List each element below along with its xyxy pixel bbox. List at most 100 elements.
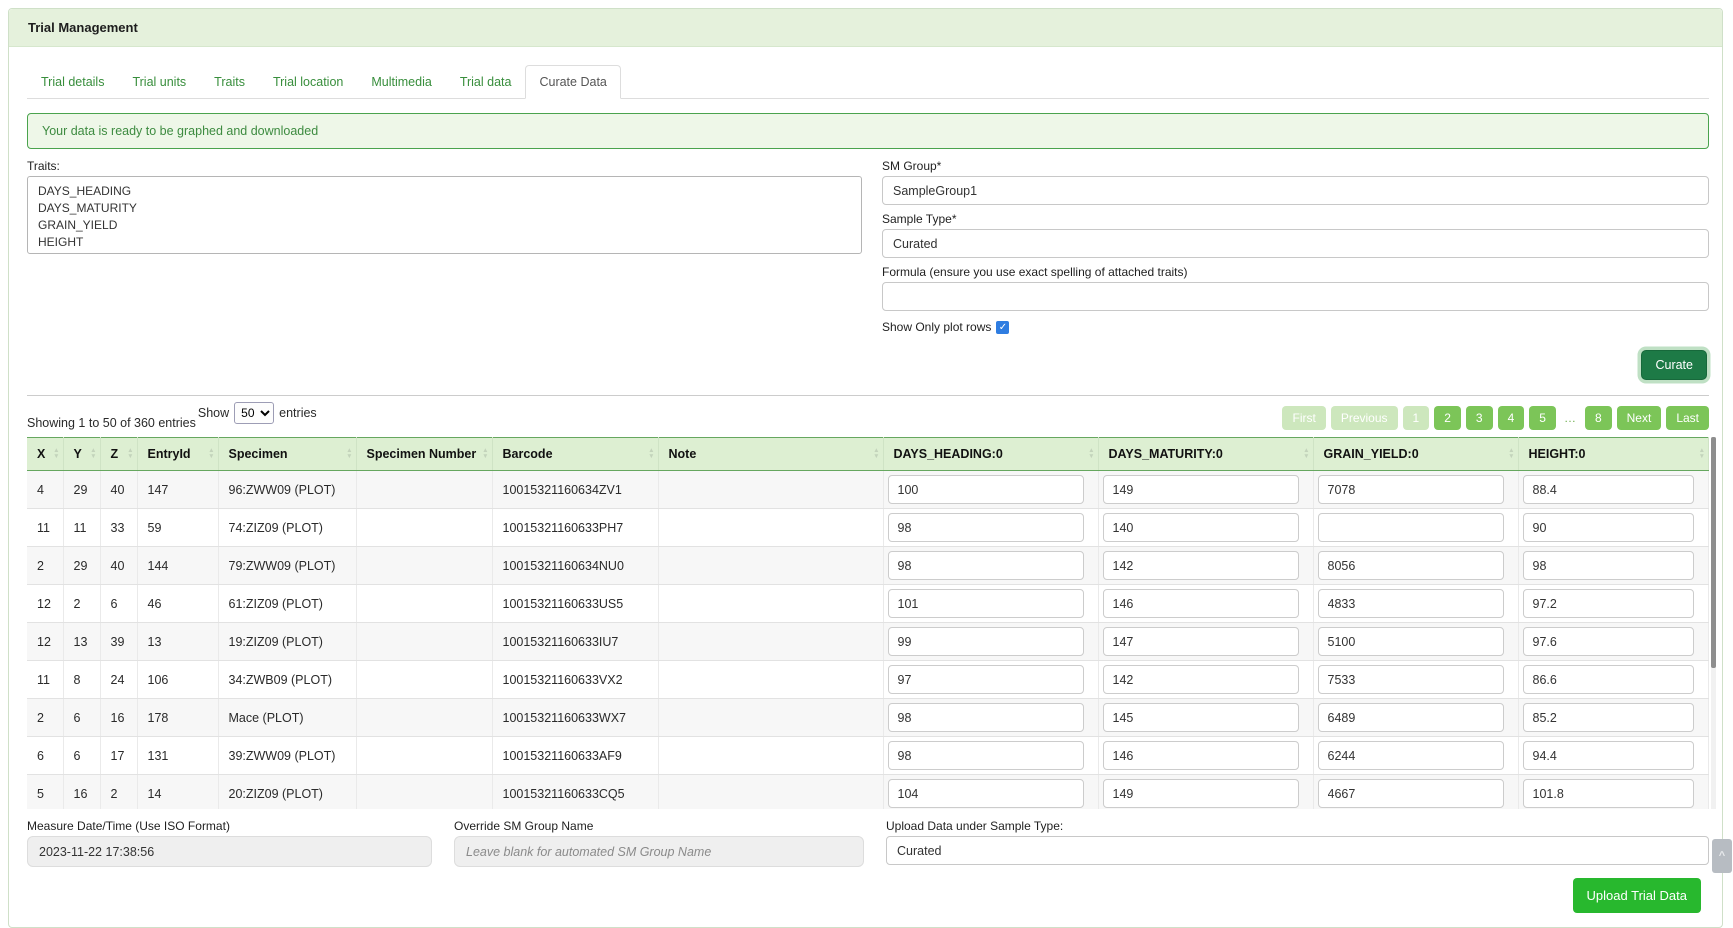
trait-input-days-maturity-0[interactable] <box>1103 475 1299 504</box>
trait-input-height-0[interactable] <box>1523 665 1695 694</box>
panel-body: Trial detailsTrial unitsTraitsTrial loca… <box>9 47 1722 923</box>
tab-curate-data[interactable]: Curate Data <box>525 65 620 99</box>
trait-input-height-0[interactable] <box>1523 589 1695 618</box>
trait-input-days-heading-0[interactable] <box>888 475 1084 504</box>
override-sm-group-input[interactable] <box>454 836 864 867</box>
trait-input-days-heading-0[interactable] <box>888 703 1084 732</box>
trait-input-days-heading-0[interactable] <box>888 513 1084 542</box>
column-header-y[interactable]: Y▲▼ <box>63 438 100 471</box>
trait-input-grain-yield-0[interactable] <box>1318 513 1504 542</box>
trait-input-height-0[interactable] <box>1523 627 1695 656</box>
trait-input-grain-yield-0[interactable] <box>1318 703 1504 732</box>
cell-y: 11 <box>63 509 100 547</box>
show-only-plot-rows-checkbox[interactable]: ✓ <box>996 321 1009 334</box>
trait-input-days-heading-0[interactable] <box>888 589 1084 618</box>
tab-trial-units[interactable]: Trial units <box>118 65 200 99</box>
measure-date-input[interactable] <box>27 836 432 867</box>
sample-type-input[interactable] <box>882 229 1709 258</box>
curate-button[interactable]: Curate <box>1641 350 1707 380</box>
formula-input[interactable] <box>882 282 1709 311</box>
trait-input-days-maturity-0[interactable] <box>1103 741 1299 770</box>
tab-multimedia[interactable]: Multimedia <box>357 65 445 99</box>
pagination-page-8[interactable]: 8 <box>1585 406 1612 430</box>
pagination-last[interactable]: Last <box>1666 406 1709 430</box>
cell-specimen-number <box>356 661 492 699</box>
cell-specimen-number <box>356 509 492 547</box>
column-header-height-0[interactable]: HEIGHT:0▲▼ <box>1518 438 1709 471</box>
column-header-grain-yield-0[interactable]: GRAIN_YIELD:0▲▼ <box>1313 438 1518 471</box>
column-header-specimen[interactable]: Specimen▲▼ <box>218 438 356 471</box>
cell-specimen-number <box>356 547 492 585</box>
traits-option[interactable]: HEIGHT <box>28 233 861 250</box>
page-size-select[interactable]: 50 <box>234 402 274 424</box>
tab-traits[interactable]: Traits <box>200 65 259 99</box>
cell-specimen: 20:ZIZ09 (PLOT) <box>218 775 356 810</box>
trait-input-grain-yield-0[interactable] <box>1318 627 1504 656</box>
trait-input-days-maturity-0[interactable] <box>1103 779 1299 808</box>
trait-input-grain-yield-0[interactable] <box>1318 779 1504 808</box>
cell-note <box>658 471 883 509</box>
trait-input-grain-yield-0[interactable] <box>1318 665 1504 694</box>
sort-icon: ▲▼ <box>208 448 214 460</box>
table-scrollbar-thumb[interactable] <box>1711 437 1716 668</box>
trait-input-days-maturity-0[interactable] <box>1103 551 1299 580</box>
scroll-up-button[interactable]: ^ <box>1712 839 1732 873</box>
traits-listbox[interactable]: DAYS_HEADINGDAYS_MATURITYGRAIN_YIELDHEIG… <box>27 176 862 254</box>
trait-input-height-0[interactable] <box>1523 551 1695 580</box>
upload-sample-type-input[interactable] <box>886 836 1709 865</box>
column-header-barcode[interactable]: Barcode▲▼ <box>492 438 658 471</box>
cell-y: 6 <box>63 699 100 737</box>
tab-trial-location[interactable]: Trial location <box>259 65 357 99</box>
traits-option[interactable]: GRAIN_YIELD <box>28 216 861 233</box>
trait-input-height-0[interactable] <box>1523 513 1695 542</box>
column-header-days-heading-0[interactable]: DAYS_HEADING:0▲▼ <box>883 438 1098 471</box>
cell-grain-yield-0 <box>1313 585 1518 623</box>
tab-trial-details[interactable]: Trial details <box>27 65 118 99</box>
cell-entry-id: 14 <box>137 775 218 810</box>
traits-option[interactable]: DAYS_HEADING <box>28 182 861 199</box>
table-row: 1182410634:ZWB09 (PLOT)10015321160633VX2 <box>27 661 1709 699</box>
trait-input-days-maturity-0[interactable] <box>1103 513 1299 542</box>
pagination-page-4[interactable]: 4 <box>1498 406 1525 430</box>
table-scrollbar[interactable] <box>1711 437 1716 809</box>
trait-input-days-heading-0[interactable] <box>888 741 1084 770</box>
trait-input-grain-yield-0[interactable] <box>1318 475 1504 504</box>
trait-input-grain-yield-0[interactable] <box>1318 551 1504 580</box>
sort-icon: ▲▼ <box>873 448 879 460</box>
column-header-entry-id[interactable]: EntryId▲▼ <box>137 438 218 471</box>
column-header-z[interactable]: Z▲▼ <box>100 438 137 471</box>
cell-entry-id: 144 <box>137 547 218 585</box>
pagination-next[interactable]: Next <box>1617 406 1662 430</box>
sm-group-input[interactable] <box>882 176 1709 205</box>
trait-input-grain-yield-0[interactable] <box>1318 741 1504 770</box>
pagination-page-2[interactable]: 2 <box>1434 406 1461 430</box>
trait-input-days-heading-0[interactable] <box>888 779 1084 808</box>
trait-input-days-maturity-0[interactable] <box>1103 665 1299 694</box>
trait-input-days-heading-0[interactable] <box>888 627 1084 656</box>
pagination-page-3[interactable]: 3 <box>1466 406 1493 430</box>
traits-option[interactable]: DAYS_MATURITY <box>28 199 861 216</box>
data-table-wrap: X▲▼Y▲▼Z▲▼EntryId▲▼Specimen▲▼Specimen Num… <box>27 437 1709 809</box>
trait-input-days-maturity-0[interactable] <box>1103 703 1299 732</box>
tab-trial-data[interactable]: Trial data <box>446 65 526 99</box>
column-header-x[interactable]: X▲▼ <box>27 438 63 471</box>
trait-input-height-0[interactable] <box>1523 475 1695 504</box>
cell-barcode: 10015321160633AF9 <box>492 737 658 775</box>
column-header-days-maturity-0[interactable]: DAYS_MATURITY:0▲▼ <box>1098 438 1313 471</box>
column-header-note[interactable]: Note▲▼ <box>658 438 883 471</box>
trait-input-days-heading-0[interactable] <box>888 665 1084 694</box>
pagination-page-1: 1 <box>1403 406 1430 430</box>
pagination-page-5[interactable]: 5 <box>1529 406 1556 430</box>
trait-input-height-0[interactable] <box>1523 741 1695 770</box>
traits-label: Traits: <box>27 159 862 173</box>
cell-entry-id: 59 <box>137 509 218 547</box>
upload-trial-data-button[interactable]: Upload Trial Data <box>1573 878 1701 913</box>
cell-days-maturity-0 <box>1098 509 1313 547</box>
trait-input-days-maturity-0[interactable] <box>1103 589 1299 618</box>
column-header-specimen-number[interactable]: Specimen Number▲▼ <box>356 438 492 471</box>
trait-input-days-heading-0[interactable] <box>888 551 1084 580</box>
trait-input-grain-yield-0[interactable] <box>1318 589 1504 618</box>
trait-input-height-0[interactable] <box>1523 703 1695 732</box>
trait-input-days-maturity-0[interactable] <box>1103 627 1299 656</box>
trait-input-height-0[interactable] <box>1523 779 1695 808</box>
